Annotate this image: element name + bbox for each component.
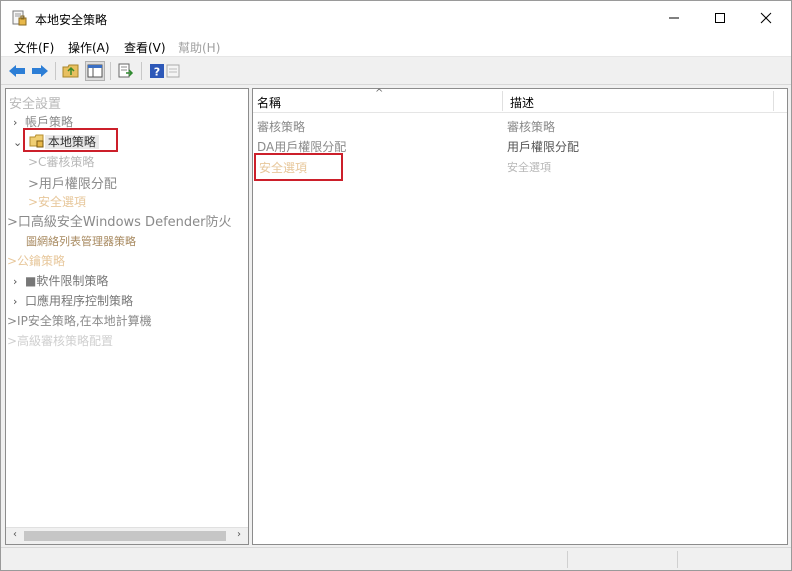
menu-help[interactable]: 幫助(H) bbox=[178, 39, 220, 56]
show-hide-tree-button[interactable] bbox=[85, 61, 105, 81]
highlight-annotation-tree bbox=[23, 128, 118, 152]
export-list-button[interactable] bbox=[116, 61, 136, 81]
column-description-header[interactable]: 描述 bbox=[510, 94, 534, 111]
tree-item-software-restriction[interactable]: › ■軟件限制策略 bbox=[13, 272, 108, 289]
close-button[interactable] bbox=[743, 1, 789, 35]
forward-button[interactable] bbox=[30, 61, 50, 81]
chevron-right-icon[interactable]: › bbox=[13, 295, 25, 308]
forward-icon bbox=[32, 65, 48, 77]
tree-item-user-rights[interactable]: >用戶權限分配 bbox=[28, 173, 117, 192]
back-button[interactable] bbox=[7, 61, 27, 81]
maximize-icon bbox=[715, 13, 725, 23]
tree-item-ip-security[interactable]: >IP安全策略,在本地計算機 bbox=[7, 312, 152, 329]
toolbar: ? bbox=[1, 58, 791, 85]
tree-item-application-control[interactable]: › 口應用程序控制策略 bbox=[13, 292, 133, 309]
highlight-annotation-list bbox=[254, 153, 343, 181]
tree-root-security-settings[interactable]: 安全設置 bbox=[9, 93, 61, 112]
title-bar[interactable]: 本地安全策略 bbox=[1, 1, 791, 35]
scroll-right-icon[interactable]: › bbox=[233, 529, 245, 543]
security-policy-icon bbox=[12, 10, 27, 26]
horizontal-scrollbar[interactable]: ‹ › bbox=[6, 527, 248, 544]
export-list-icon bbox=[118, 63, 134, 78]
menu-view[interactable]: 查看(V) bbox=[124, 39, 166, 56]
up-folder-icon bbox=[62, 64, 79, 78]
tree-item-network-list-manager[interactable]: 圖網絡列表管理器策略 bbox=[26, 233, 136, 249]
scroll-left-icon[interactable]: ‹ bbox=[9, 529, 21, 543]
tree-item-advanced-audit[interactable]: >高級審核策略配置 bbox=[7, 332, 113, 349]
chevron-right-icon[interactable]: › bbox=[13, 275, 25, 288]
up-folder-button[interactable] bbox=[61, 61, 81, 81]
tree-item-windows-defender-firewall[interactable]: >口高級安全Windows Defender防火 bbox=[7, 211, 231, 230]
list-row-desc: 審核策略 bbox=[507, 120, 556, 134]
show-hide-tree-icon bbox=[87, 64, 103, 78]
sort-caret-icon: ^ bbox=[375, 88, 384, 99]
menu-bar: 文件(F) 操作(A) 查看(V) 幫助(H) bbox=[1, 35, 791, 57]
list-row-desc: 安全選項 bbox=[507, 161, 551, 174]
scrollbar-thumb[interactable] bbox=[24, 531, 226, 541]
properties-icon bbox=[166, 64, 180, 78]
tree-item-audit-policy[interactable]: >C審核策略 bbox=[28, 153, 94, 170]
tree-item-security-options[interactable]: >安全選項 bbox=[28, 193, 86, 210]
list-row-name[interactable]: 審核策略 bbox=[257, 118, 305, 135]
tree-pane[interactable]: 安全設置 › 帳戶策略 ⌄ 本地策略 >C審核策略 >用戶權限分配 >安全選項 >… bbox=[5, 88, 249, 545]
list-row-desc: 用戶權限分配 bbox=[507, 140, 580, 154]
properties-button[interactable] bbox=[163, 61, 183, 81]
status-bar bbox=[1, 547, 791, 570]
app-window: 本地安全策略 文件(F) 操作(A) 查看(V) 幫助(H) ? 安全設置 › … bbox=[0, 0, 792, 571]
column-name-header[interactable]: 名稱 bbox=[257, 94, 281, 111]
tree-item-public-key-policies[interactable]: >公鑰策略 bbox=[7, 252, 65, 269]
menu-file[interactable]: 文件(F) bbox=[14, 39, 54, 56]
list-column-header: ^ 名稱 描述 bbox=[253, 88, 787, 113]
minimize-icon bbox=[669, 17, 679, 19]
maximize-button[interactable] bbox=[697, 1, 743, 35]
svg-text:?: ? bbox=[154, 66, 160, 79]
minimize-button[interactable] bbox=[651, 1, 697, 35]
back-icon bbox=[9, 65, 25, 77]
close-icon bbox=[760, 12, 772, 24]
window-title: 本地安全策略 bbox=[35, 13, 108, 27]
menu-action[interactable]: 操作(A) bbox=[68, 39, 110, 56]
